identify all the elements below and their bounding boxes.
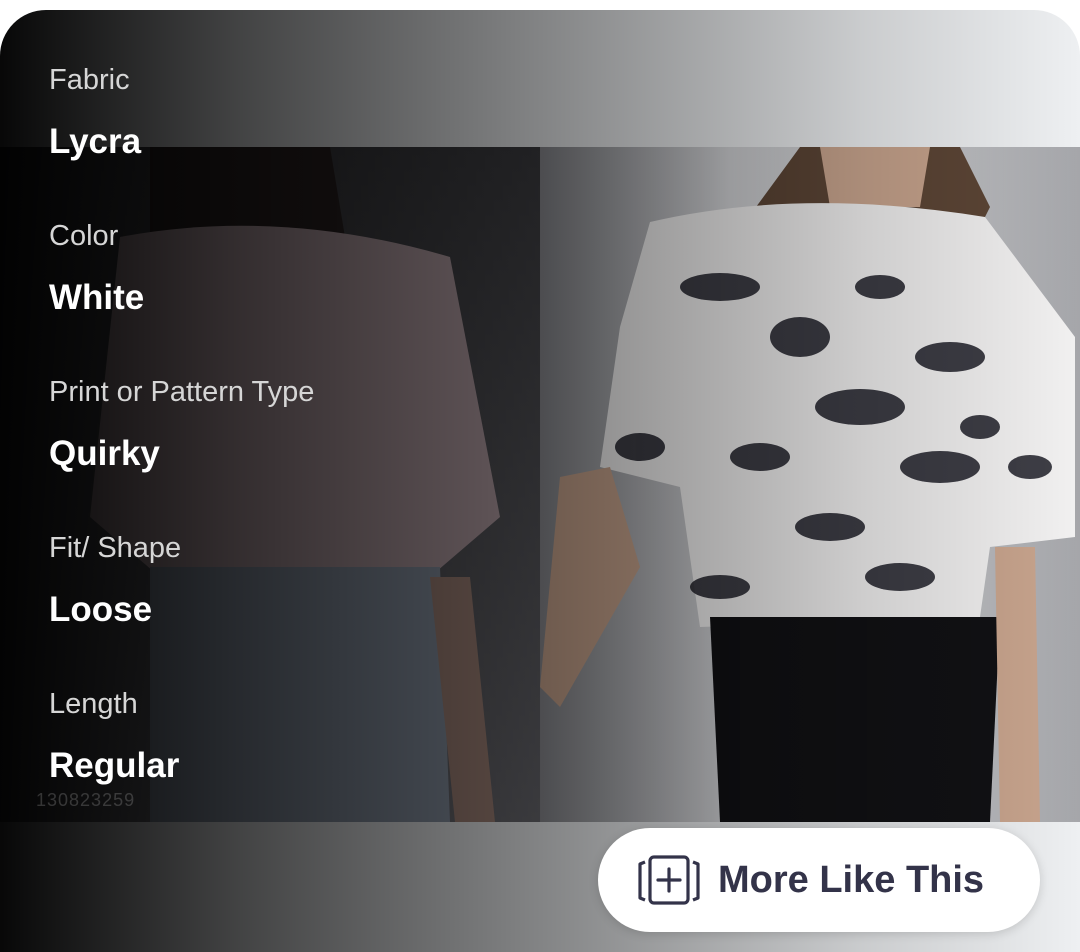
attribute-fit-shape: Fit/ Shape Loose (49, 528, 549, 684)
attribute-label: Color (49, 220, 119, 252)
attribute-value: Quirky (49, 434, 160, 473)
attribute-label: Fit/ Shape (49, 532, 182, 564)
more-like-this-label: More Like This (718, 858, 985, 901)
add-collection-icon (636, 854, 702, 906)
right-model-black-pants (710, 617, 1000, 822)
attribute-value: Lycra (49, 122, 142, 161)
product-attributes: Fabric Lycra Color White Print or Patter… (49, 60, 549, 840)
more-like-this-button[interactable]: More Like This (598, 828, 1040, 932)
image-watermark: 130823259 (36, 790, 136, 810)
right-model-left-arm (540, 467, 640, 707)
product-details-card: Fabric Lycra Color White Print or Patter… (0, 10, 1080, 952)
attribute-fabric: Fabric Lycra (49, 60, 549, 216)
right-model-neck (820, 147, 930, 207)
attribute-print-pattern-type: Print or Pattern Type Quirky (49, 372, 549, 528)
attribute-label: Length (49, 688, 138, 720)
attribute-value: Loose (49, 590, 153, 629)
attribute-value: White (49, 278, 145, 317)
attribute-length: Length Regular (49, 684, 549, 840)
attribute-label: Print or Pattern Type (49, 376, 315, 408)
attribute-label: Fabric (49, 64, 130, 96)
right-model-right-arm (995, 547, 1040, 822)
attribute-value: Regular (49, 746, 180, 785)
attribute-color: Color White (49, 216, 549, 372)
